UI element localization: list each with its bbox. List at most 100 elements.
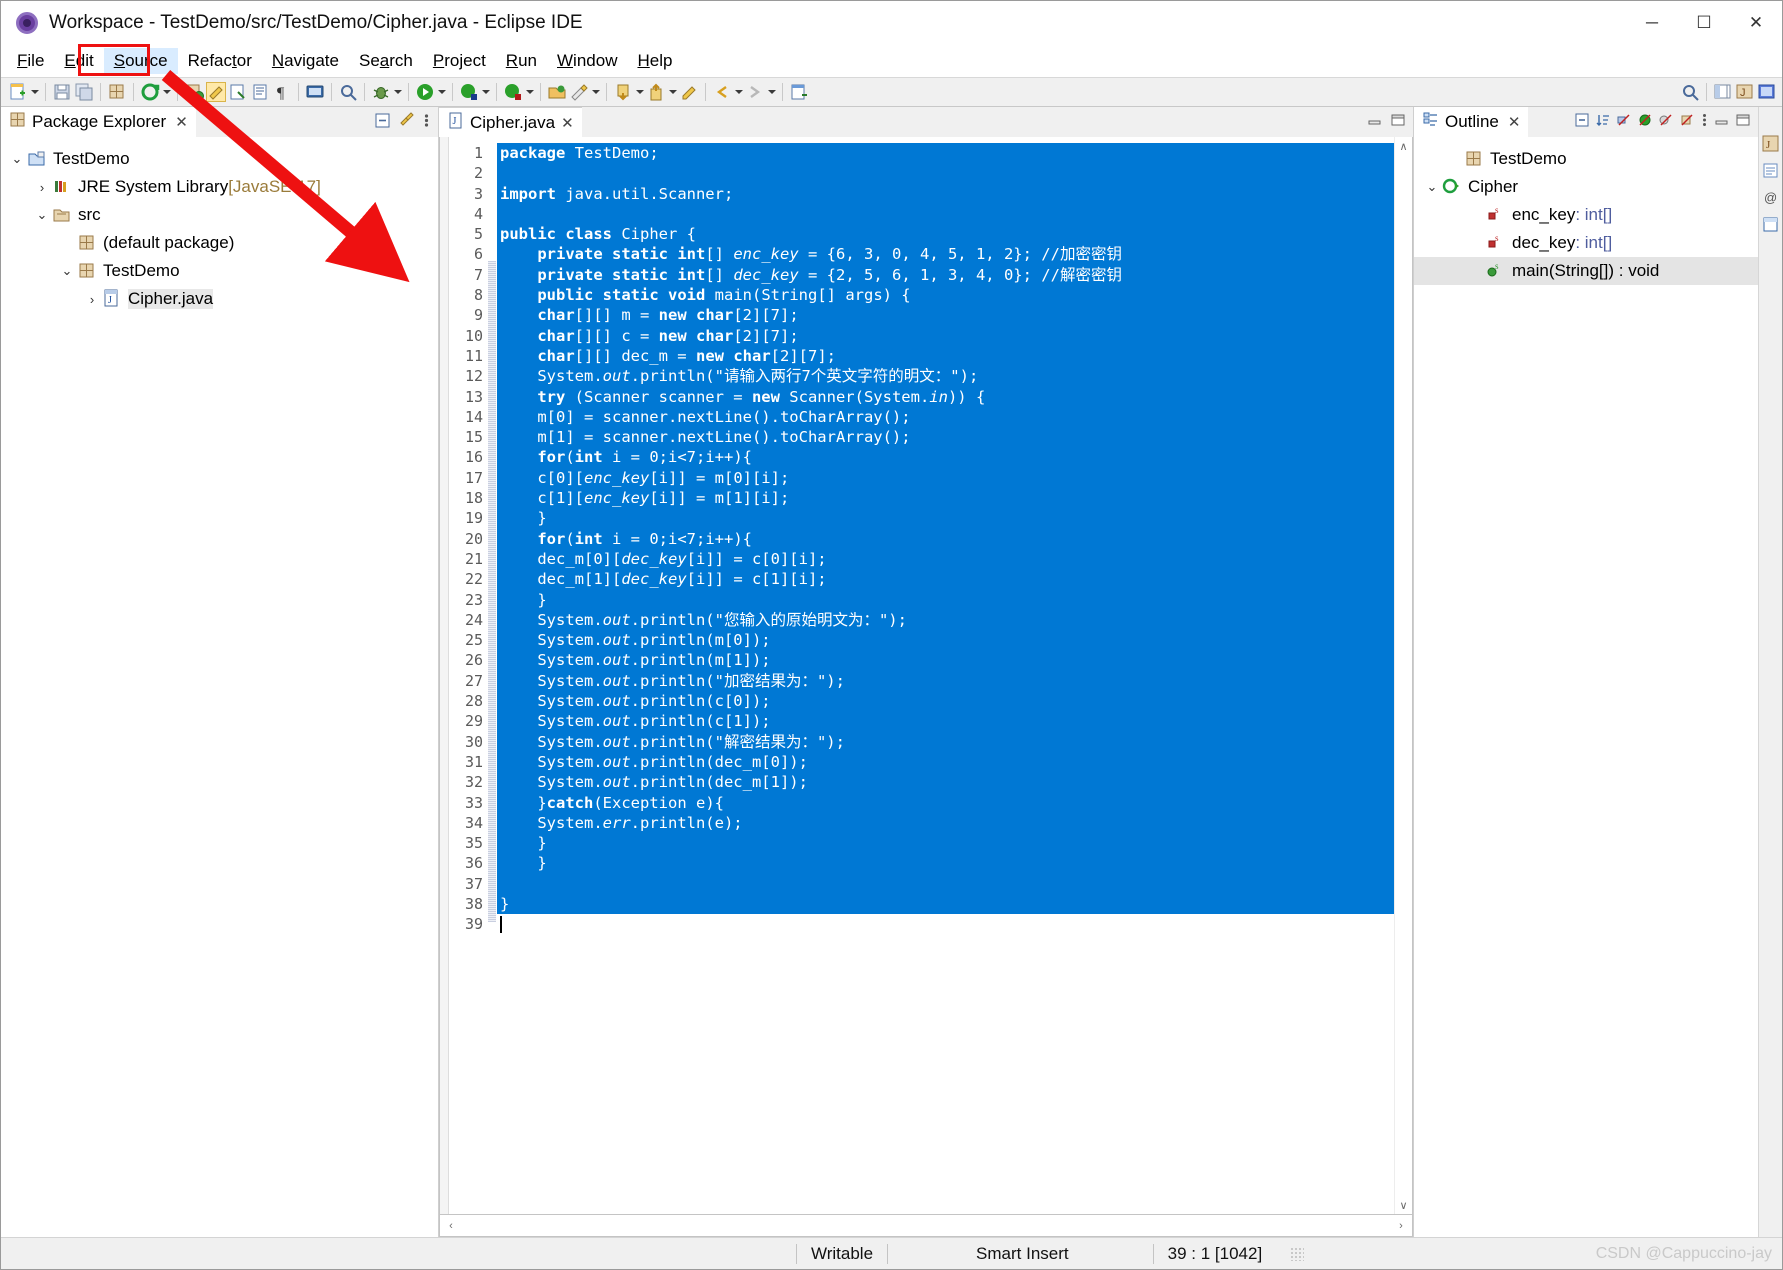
hide-non-public-icon[interactable] <box>1658 112 1674 132</box>
code-line[interactable]: for(int i = 0;i<7;i++){ <box>497 528 1394 549</box>
close-icon[interactable]: ✕ <box>1508 113 1521 131</box>
maximize-icon[interactable] <box>1735 112 1751 132</box>
search-icon[interactable] <box>338 82 358 102</box>
code-line[interactable]: c[0][enc_key[i]] = m[0][i]; <box>497 467 1394 489</box>
new-wizard-dropdown-icon[interactable] <box>29 82 40 102</box>
editor-vertical-scrollbar[interactable]: ∧ ∨ <box>1394 137 1412 1214</box>
forward-dropdown-icon[interactable] <box>766 82 777 102</box>
code-line[interactable]: System.out.println(dec_m[1]); <box>497 772 1394 793</box>
menu-refactor[interactable]: Refactor <box>178 48 262 74</box>
java-perspective-icon[interactable]: J <box>1735 82 1755 102</box>
minimize-icon[interactable] <box>1367 112 1383 132</box>
menu-edit[interactable]: Edit <box>54 48 103 74</box>
open-perspective-icon[interactable] <box>547 82 567 102</box>
code-line[interactable] <box>497 203 1394 225</box>
vertical-scroll-track[interactable] <box>1395 155 1413 1196</box>
code-line[interactable]: public class Cipher { <box>497 224 1394 245</box>
next-annotation-dropdown-icon[interactable] <box>667 82 678 102</box>
editor-horizontal-scrollbar[interactable]: ‹ › <box>439 1215 1413 1237</box>
new-editor-icon[interactable] <box>789 82 809 102</box>
code-line[interactable]: private static int[] dec_key = {2, 5, 6,… <box>497 264 1394 286</box>
outline-item-dec-key[interactable]: s dec_key : int[] <box>1414 229 1758 257</box>
code-line[interactable]: import java.util.Scanner; <box>497 183 1394 204</box>
show-whitespace-icon[interactable] <box>250 82 270 102</box>
code-line[interactable]: char[][] c = new char[2][7]; <box>497 325 1394 346</box>
open-type-icon[interactable] <box>184 82 204 102</box>
code-line[interactable]: c[1][enc_key[i]] = m[1][i]; <box>497 488 1394 509</box>
code-line[interactable]: } <box>497 508 1394 529</box>
close-icon[interactable]: ✕ <box>561 114 574 132</box>
profile-dropdown-icon[interactable] <box>524 82 535 102</box>
quick-access-dropdown-icon[interactable] <box>590 82 601 102</box>
code-line[interactable]: System.err.println(e); <box>497 812 1394 834</box>
hide-fields-icon[interactable] <box>1616 112 1632 132</box>
run-icon[interactable] <box>415 82 435 102</box>
minimize-icon[interactable] <box>1714 112 1730 132</box>
code-line[interactable]: System.out.println(c[0]); <box>497 691 1394 712</box>
chevron-down-icon[interactable]: ⌄ <box>32 205 52 225</box>
menu-search[interactable]: Search <box>349 48 423 74</box>
chevron-right-icon[interactable]: › <box>32 177 52 197</box>
previous-annotation-dropdown-icon[interactable] <box>634 82 645 102</box>
code-line[interactable]: System.out.println("加密结果为："); <box>497 670 1394 692</box>
open-console-icon[interactable] <box>305 82 325 102</box>
code-line[interactable]: dec_m[1][dec_key[i]] = c[1][i]; <box>497 569 1394 590</box>
link-with-editor-icon[interactable] <box>398 111 415 133</box>
next-annotation-icon[interactable] <box>646 82 666 102</box>
menu-file[interactable]: File <box>7 48 54 74</box>
menu-project[interactable]: Project <box>423 48 496 74</box>
scroll-left-icon[interactable]: ‹ <box>440 1216 462 1236</box>
outline-item-main[interactable]: s main(String[]) : void <box>1414 257 1758 285</box>
code-line[interactable]: System.out.println(m[0]); <box>497 630 1394 651</box>
menu-help[interactable]: Help <box>627 48 682 74</box>
code-line[interactable]: System.out.println("您输入的原始明文为："); <box>497 609 1394 631</box>
java-ee-perspective-icon[interactable] <box>1757 82 1777 102</box>
toggle-mark-occurrences-icon[interactable] <box>206 82 226 102</box>
code-line[interactable]: package TestDemo; <box>497 143 1394 164</box>
coverage-dropdown-icon[interactable] <box>480 82 491 102</box>
run-last-tool-dropdown-icon[interactable] <box>161 82 172 102</box>
collapse-all-icon[interactable] <box>1574 112 1590 132</box>
package-explorer-tree[interactable]: ⌄ TestDemo › JRE System Library [JavaSE-17]… <box>1 137 438 1237</box>
code-line[interactable]: } <box>497 833 1394 854</box>
horizontal-scroll-track[interactable] <box>462 1216 1390 1236</box>
code-line[interactable]: }catch(Exception e){ <box>497 792 1394 813</box>
task-list-icon[interactable] <box>1762 162 1779 179</box>
link-with-editor-icon[interactable] <box>228 82 248 102</box>
code-line[interactable]: for(int i = 0;i<7;i++){ <box>497 447 1394 468</box>
code-line[interactable]: System.out.println(c[1]); <box>497 711 1394 732</box>
code-line[interactable]: } <box>497 589 1394 610</box>
chevron-down-icon[interactable]: ⌄ <box>7 149 27 169</box>
menu-window[interactable]: Window <box>547 48 627 74</box>
menu-run[interactable]: Run <box>496 48 547 74</box>
tab-cipher-java[interactable]: J Cipher.java ✕ <box>439 107 582 137</box>
code-line[interactable] <box>497 873 1394 894</box>
package-explorer-item-cipher-java[interactable]: › J Cipher.java <box>1 285 438 313</box>
new-wizard-icon[interactable] <box>8 82 28 102</box>
debug-dropdown-icon[interactable] <box>392 82 403 102</box>
status-resize-grip[interactable] <box>1290 1246 1305 1261</box>
debug-icon[interactable] <box>371 82 391 102</box>
forward-icon[interactable] <box>745 82 765 102</box>
source-code-area[interactable]: package TestDemo; import java.util.Scann… <box>497 137 1394 1214</box>
outline-item-testdemo[interactable]: TestDemo <box>1414 145 1758 173</box>
search-icon[interactable] <box>1680 82 1700 102</box>
code-line[interactable]: dec_m[0][dec_key[i]] = c[0][i]; <box>497 548 1394 570</box>
code-line[interactable] <box>497 914 1394 934</box>
code-line[interactable]: } <box>497 853 1394 874</box>
code-line[interactable] <box>497 163 1394 184</box>
save-all-icon[interactable] <box>74 82 94 102</box>
code-line[interactable]: System.out.println("请输入两行7个英文字符的明文："); <box>497 366 1394 387</box>
tab-package-explorer[interactable]: Package Explorer ✕ <box>1 107 196 137</box>
menu-navigate[interactable]: Navigate <box>262 48 349 74</box>
back-icon[interactable] <box>712 82 732 102</box>
quick-access-icon[interactable] <box>569 82 589 102</box>
chevron-right-icon[interactable]: › <box>82 289 102 309</box>
close-icon[interactable]: ✕ <box>175 113 188 131</box>
code-line[interactable]: char[][] dec_m = new char[2][7]; <box>497 345 1394 367</box>
view-menu-icon[interactable] <box>1700 112 1709 132</box>
scroll-up-icon[interactable]: ∧ <box>1395 137 1413 155</box>
code-line[interactable]: char[][] m = new char[2][7]; <box>497 305 1394 326</box>
new-java-package-icon[interactable] <box>107 82 127 102</box>
code-line[interactable]: System.out.println("解密结果为："); <box>497 731 1394 752</box>
